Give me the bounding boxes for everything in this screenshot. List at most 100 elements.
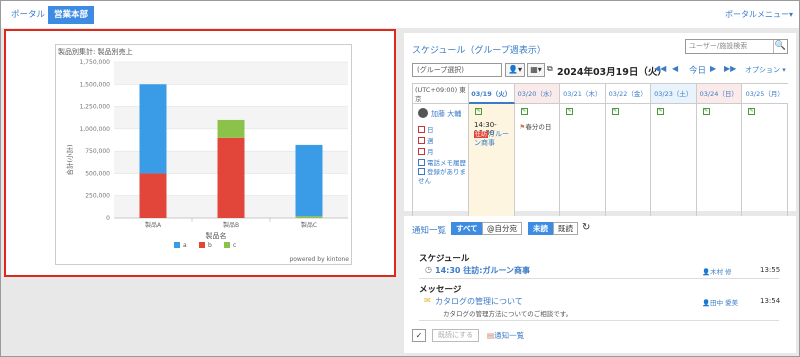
today-button[interactable]: 今日 [689, 64, 706, 76]
week-view-link[interactable]: 週 [418, 135, 434, 145]
add-schedule-icon[interactable]: ✎ [748, 108, 755, 115]
tab-read[interactable]: 既読 [553, 222, 578, 235]
y-tick-label: 1,250,000 [79, 104, 110, 111]
holiday-label: ⚑春分の日 [520, 121, 552, 131]
search-icon[interactable]: 🔍 [773, 40, 787, 53]
notification-list-link[interactable]: ▤通知一覧 [487, 330, 524, 341]
tab-sales-dept[interactable]: 営業本部 [48, 6, 95, 24]
y-tick-label: 500,000 [85, 170, 110, 177]
day-column-0319[interactable]: ✎ 14:30-16:00 往訪ガルーン商事 [469, 104, 515, 233]
plot-band [114, 62, 348, 85]
y-tick-label: 1,500,000 [79, 81, 110, 88]
timezone-label: (UTC+09:00) 東京 [413, 84, 469, 104]
add-schedule-icon[interactable]: ✎ [657, 108, 664, 115]
search-placeholder: ユーザー/施設検索 [689, 42, 748, 50]
user-icon: 👤 [702, 268, 711, 276]
message-user-name: 田中 愛美 [710, 299, 739, 307]
y-tick-label: 1,000,000 [79, 126, 110, 133]
presence-label: 登録がありません [418, 168, 466, 185]
user-picker-icon[interactable]: 👤▾ [505, 63, 525, 77]
add-schedule-icon[interactable]: ✎ [520, 108, 528, 115]
prev-day-button[interactable]: ◀ [672, 64, 678, 73]
month-view-link[interactable]: 月 [418, 146, 434, 156]
tab-all[interactable]: すべて [451, 222, 483, 235]
user-facility-search-input[interactable]: ユーザー/施設検索 🔍 [685, 39, 788, 54]
chart-panel: 製品別集計: 製品別売上 合計(小計) 製品名 0 250,000 500,000 7… [55, 44, 352, 265]
user-icon: 👤 [702, 299, 711, 307]
message-section-heading: メッセージ [419, 285, 462, 295]
day-column-0320[interactable]: ✎ ⚑春分の日 [515, 104, 560, 233]
option-menu[interactable]: オプション ▾ [745, 65, 786, 75]
week-view-label: 週 [427, 137, 434, 145]
day-header-0323[interactable]: 03/23（土） [651, 84, 697, 104]
select-all-checkbox[interactable]: ✓ [412, 329, 426, 342]
stacked-bar-chart: 製品別集計: 製品別売上 合計(小計) 製品名 0 250,000 500,000 7… [58, 47, 349, 263]
calendar-day-icon [418, 126, 425, 133]
add-schedule-icon[interactable]: ✎ [566, 108, 573, 115]
phone-memo-label: 電話メモ履歴 [427, 159, 466, 167]
day-column-0324[interactable]: ✎ [697, 104, 742, 233]
bar-a-製品A [139, 84, 167, 174]
refresh-icon[interactable]: ↻ [582, 222, 590, 233]
notification-schedule-item[interactable]: 14:30 往訪:ガルーン商事 [435, 265, 530, 276]
day-column-0325[interactable]: ✎ [742, 104, 788, 233]
schedule-portlet-title[interactable]: スケジュール（グループ週表示） [412, 43, 546, 56]
phone-memo-icon [418, 159, 425, 166]
schedule-portlet: スケジュール（グループ週表示） ユーザー/施設検索 🔍 (グループ選択) 👤▾ … [404, 33, 796, 233]
copy-icon[interactable]: ⧉ [547, 64, 553, 74]
notification-message-item[interactable]: カタログの管理について [435, 296, 523, 307]
portal-menu-link[interactable]: ポータルメニュー▾ [725, 6, 793, 24]
day-view-link[interactable]: 日 [418, 124, 434, 134]
group-select-dropdown[interactable]: (グループ選択) [412, 63, 502, 77]
notification-schedule-user[interactable]: 👤木村 修 [702, 266, 732, 276]
avatar [418, 108, 428, 118]
add-schedule-icon[interactable]: ✎ [611, 108, 619, 115]
prev-week-button[interactable]: ◀◀ [654, 64, 666, 73]
mark-read-button[interactable]: 既読にする [432, 329, 480, 342]
add-schedule-icon[interactable]: ✎ [475, 108, 482, 115]
schedule-user-name: 木村 修 [710, 268, 732, 276]
day-header-0321[interactable]: 03/21（木） [560, 84, 606, 104]
notification-message-user[interactable]: 👤田中 愛美 [702, 297, 738, 307]
chart-y-axis-label: 合計(小計) [65, 144, 74, 175]
event-entry[interactable]: 往訪ガルーン商事 [474, 130, 514, 148]
schedule-section-heading: スケジュール [419, 254, 470, 264]
clock-icon: ◷ [425, 265, 432, 274]
day-header-0319[interactable]: 03/19（火） [469, 84, 515, 104]
user-cell: 加藤 大輔 日 週 月 電話メモ履歴 登録がありません [413, 104, 469, 233]
notifications-portlet: 通知一覧 すべて @自分宛 未読 既読 ↻ スケジュール ◷ 14:30 往訪:… [404, 216, 796, 353]
day-header-0320[interactable]: 03/20（水） [514, 84, 560, 104]
calendar-view-icon[interactable]: ▦▾ [527, 63, 545, 77]
bar-a-製品C [295, 144, 323, 217]
next-week-button[interactable]: ▶▶ [724, 64, 736, 73]
tab-unread[interactable]: 未読 [528, 222, 553, 235]
day-header-0325[interactable]: 03/25（月） [742, 84, 788, 104]
bar-b-製品B [217, 137, 245, 218]
notifications-title[interactable]: 通知一覧 [412, 224, 446, 236]
day-header-0322[interactable]: 03/22（金） [605, 84, 651, 104]
legend-swatch-b [199, 242, 205, 248]
portal-tab-bar: ポータル 営業本部 ポータルメニュー▾ [1, 1, 799, 28]
x-tick-label: 製品B [223, 221, 239, 229]
day-header-0324[interactable]: 03/24（日） [696, 84, 742, 104]
notification-list-label: 通知一覧 [494, 331, 525, 340]
next-day-button[interactable]: ▶ [710, 64, 716, 73]
day-column-0322[interactable]: ✎ [606, 104, 651, 233]
divider [419, 278, 779, 279]
user-name[interactable]: 加藤 大輔 [431, 109, 461, 119]
presence-status-link[interactable]: 登録がありません [418, 168, 468, 186]
day-column-0323[interactable]: ✎ [651, 104, 697, 233]
add-schedule-icon[interactable]: ✎ [702, 108, 710, 115]
schedule-week-grid: (UTC+09:00) 東京 03/19（火） 03/20（水） 03/21（木… [412, 83, 788, 233]
bar-c-製品B [217, 119, 245, 138]
calendar-month-icon [418, 148, 425, 155]
phone-memo-history-link[interactable]: 電話メモ履歴 [418, 157, 466, 167]
tab-mentions[interactable]: @自分宛 [482, 222, 522, 235]
current-date: 2024年03月19日（火） [557, 67, 667, 78]
notification-message-time: 13:54 [760, 297, 781, 305]
bar-b-製品A [139, 173, 167, 218]
presence-icon [418, 168, 425, 175]
legend-swatch-c [224, 242, 230, 248]
tab-portal[interactable]: ポータル [5, 6, 51, 24]
day-column-0321[interactable]: ✎ [560, 104, 606, 233]
